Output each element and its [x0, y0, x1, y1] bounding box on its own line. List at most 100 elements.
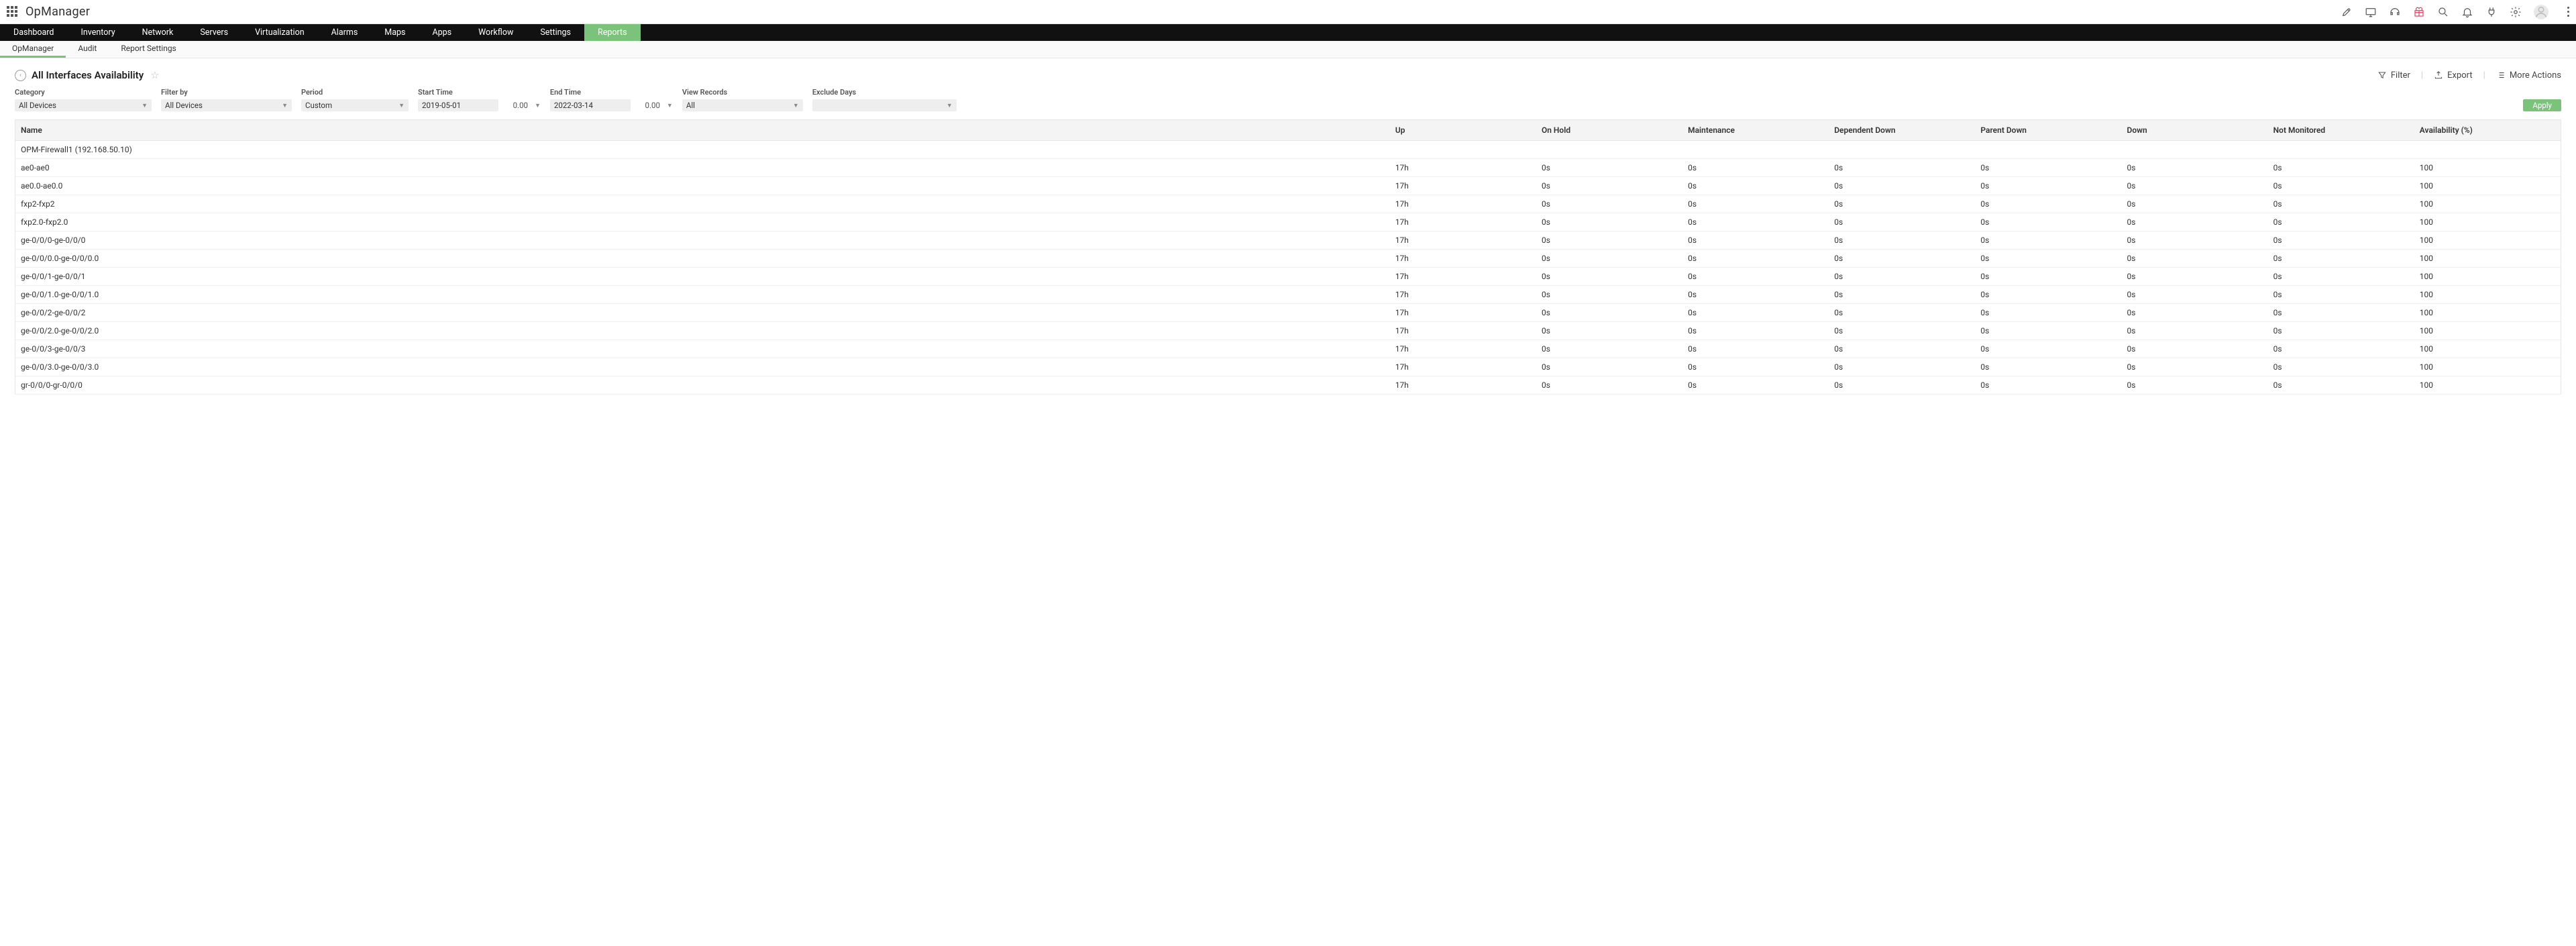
endtime-label: End Time — [550, 88, 673, 97]
chevron-down-icon: ▼ — [793, 102, 799, 109]
cell-parDown: 0s — [1975, 159, 2121, 177]
subnav-opmanager[interactable]: OpManager — [0, 41, 66, 58]
cell-avail: 100 — [2414, 177, 2561, 195]
nav-alarms[interactable]: Alarms — [318, 24, 372, 41]
gear-icon[interactable] — [2510, 6, 2522, 18]
col-dependent-down[interactable]: Dependent Down — [1829, 120, 1975, 141]
excludedays-select[interactable]: ▼ — [812, 99, 957, 111]
starttime-input[interactable]: 2019-05-01 — [418, 99, 498, 111]
viewrecords-value: All — [686, 101, 695, 110]
chevron-down-icon[interactable]: ▼ — [667, 102, 673, 109]
nav-servers[interactable]: Servers — [186, 24, 241, 41]
table-row[interactable]: fxp2-fxp217h0s0s0s0s0s0s100 — [15, 195, 2561, 213]
filterby-select[interactable]: All Devices▼ — [161, 99, 292, 111]
cell-name: ge-0/0/3-ge-0/0/3 — [15, 340, 1390, 358]
cell-avail: 100 — [2414, 195, 2561, 213]
favorite-star-icon[interactable]: ☆ — [150, 69, 159, 81]
back-button[interactable]: ‹ — [15, 70, 26, 81]
nav-settings[interactable]: Settings — [527, 24, 584, 41]
nav-dashboard[interactable]: Dashboard — [0, 24, 67, 41]
col-parent-down[interactable]: Parent Down — [1975, 120, 2121, 141]
rocket-icon[interactable] — [2341, 6, 2353, 18]
filter-action[interactable]: Filter — [2377, 70, 2410, 81]
header-icons — [2341, 5, 2569, 19]
nav-apps[interactable]: Apps — [419, 24, 465, 41]
filterby-label: Filter by — [161, 88, 292, 97]
cell-avail: 100 — [2414, 159, 2561, 177]
chevron-down-icon[interactable]: ▼ — [535, 102, 541, 109]
cell-notMon: 0s — [2268, 250, 2414, 268]
user-avatar[interactable] — [2534, 5, 2548, 19]
bell-icon[interactable] — [2461, 6, 2473, 18]
endtime-input[interactable]: 2022-03-14 — [550, 99, 631, 111]
more-vertical-icon[interactable] — [2567, 7, 2569, 17]
table-row[interactable]: ge-0/0/1.0-ge-0/0/1.017h0s0s0s0s0s0s100 — [15, 286, 2561, 304]
table-row[interactable]: ae0.0-ae0.017h0s0s0s0s0s0s100 — [15, 177, 2561, 195]
table-header-row: NameUpOn HoldMaintenanceDependent DownPa… — [15, 120, 2561, 141]
cell-avail: 100 — [2414, 358, 2561, 376]
table-row[interactable]: gr-0/0/0-gr-0/0/017h0s0s0s0s0s0s100 — [15, 376, 2561, 395]
app-menu-icon[interactable] — [7, 6, 19, 18]
nav-maps[interactable]: Maps — [371, 24, 419, 41]
cell-up: 17h — [1390, 268, 1536, 286]
cell-avail: 100 — [2414, 213, 2561, 231]
category-select[interactable]: All Devices▼ — [15, 99, 152, 111]
table-row[interactable]: ae0-ae017h0s0s0s0s0s0s100 — [15, 159, 2561, 177]
cell-down: 0s — [2122, 268, 2268, 286]
nav-virtualization[interactable]: Virtualization — [241, 24, 318, 41]
nav-reports[interactable]: Reports — [584, 24, 641, 41]
more-actions-label: More Actions — [2510, 70, 2561, 81]
viewrecords-select[interactable]: All ▼ — [682, 99, 803, 111]
period-select[interactable]: Custom▼ — [301, 99, 409, 111]
subnav-report-settings[interactable]: Report Settings — [109, 41, 188, 58]
table-row[interactable]: ge-0/0/1-ge-0/0/117h0s0s0s0s0s0s100 — [15, 268, 2561, 286]
table-row[interactable]: ge-0/0/2.0-ge-0/0/2.017h0s0s0s0s0s0s100 — [15, 322, 2561, 340]
col-on-hold[interactable]: On Hold — [1536, 120, 1682, 141]
headset-icon[interactable] — [2389, 6, 2401, 18]
chevron-down-icon: ▼ — [282, 102, 288, 109]
cell-name: gr-0/0/0-gr-0/0/0 — [15, 376, 1390, 395]
table-row[interactable]: ge-0/0/3-ge-0/0/317h0s0s0s0s0s0s100 — [15, 340, 2561, 358]
nav-workflow[interactable]: Workflow — [465, 24, 527, 41]
table-row[interactable]: ge-0/0/3.0-ge-0/0/3.017h0s0s0s0s0s0s100 — [15, 358, 2561, 376]
cell-onHold: 0s — [1536, 358, 1682, 376]
cell-avail: 100 — [2414, 304, 2561, 322]
cell-up: 17h — [1390, 159, 1536, 177]
subnav-audit[interactable]: Audit — [66, 41, 109, 58]
monitor-icon[interactable] — [2365, 6, 2377, 18]
cell-down: 0s — [2122, 177, 2268, 195]
cell-notMon: 0s — [2268, 213, 2414, 231]
export-icon — [2434, 70, 2443, 80]
table-row[interactable]: fxp2.0-fxp2.017h0s0s0s0s0s0s100 — [15, 213, 2561, 231]
excludedays-label: Exclude Days — [812, 88, 957, 97]
filter-icon — [2377, 70, 2387, 80]
gift-icon[interactable] — [2413, 6, 2425, 18]
more-actions[interactable]: More Actions — [2496, 70, 2561, 81]
plug-icon[interactable] — [2485, 6, 2498, 18]
export-label: Export — [2447, 70, 2473, 81]
nav-network[interactable]: Network — [129, 24, 187, 41]
col-name[interactable]: Name — [15, 120, 1390, 141]
page-head: ‹ All Interfaces Availability ☆ Filter |… — [0, 58, 2576, 88]
nav-inventory[interactable]: Inventory — [67, 24, 128, 41]
cell-maint: 0s — [1682, 195, 1829, 213]
col-not-monitored[interactable]: Not Monitored — [2268, 120, 2414, 141]
cell-up: 17h — [1390, 231, 1536, 250]
col-maintenance[interactable]: Maintenance — [1682, 120, 1829, 141]
table-row[interactable]: ge-0/0/0.0-ge-0/0/0.017h0s0s0s0s0s0s100 — [15, 250, 2561, 268]
table-row[interactable]: ge-0/0/0-ge-0/0/017h0s0s0s0s0s0s100 — [15, 231, 2561, 250]
cell-parDown: 0s — [1975, 177, 2121, 195]
table-row[interactable]: ge-0/0/2-ge-0/0/217h0s0s0s0s0s0s100 — [15, 304, 2561, 322]
col-availability-[interactable]: Availability (%) — [2414, 120, 2561, 141]
col-up[interactable]: Up — [1390, 120, 1536, 141]
cell-name: ae0.0-ae0.0 — [15, 177, 1390, 195]
apply-button[interactable]: Apply — [2523, 99, 2561, 111]
col-down[interactable]: Down — [2122, 120, 2268, 141]
cell-name: ge-0/0/0-ge-0/0/0 — [15, 231, 1390, 250]
group-row[interactable]: OPM-Firewall1 (192.168.50.10) — [15, 141, 2561, 159]
cell-parDown: 0s — [1975, 213, 2121, 231]
export-action[interactable]: Export — [2434, 70, 2473, 81]
cell-notMon: 0s — [2268, 376, 2414, 395]
search-icon[interactable] — [2437, 6, 2449, 18]
viewrecords-group: View Records All▼ — [682, 88, 803, 111]
